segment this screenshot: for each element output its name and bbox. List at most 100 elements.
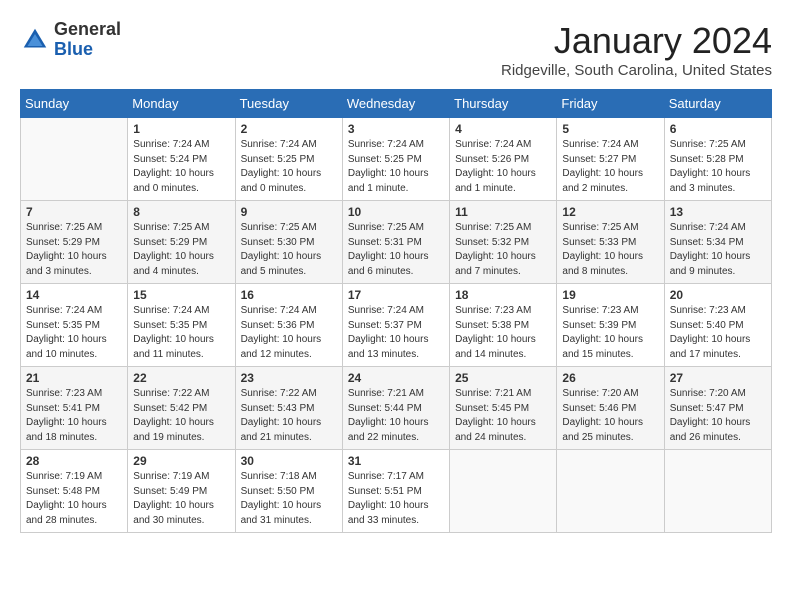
day-number: 9 (241, 205, 337, 219)
calendar-cell: 9Sunrise: 7:25 AM Sunset: 5:30 PM Daylig… (235, 201, 342, 284)
day-info: Sunrise: 7:21 AM Sunset: 5:45 PM Dayligh… (455, 387, 551, 445)
day-info: Sunrise: 7:25 AM Sunset: 5:29 PM Dayligh… (26, 221, 122, 279)
day-info: Sunrise: 7:20 AM Sunset: 5:46 PM Dayligh… (562, 387, 658, 445)
day-info: Sunrise: 7:25 AM Sunset: 5:31 PM Dayligh… (348, 221, 444, 279)
day-number: 4 (455, 122, 551, 136)
title-block: January 2024 Ridgeville, South Carolina,… (501, 20, 772, 79)
calendar-cell: 4 Sunrise: 7:24 AM Sunset: 5:26 PM Daylig… (450, 118, 557, 201)
calendar-cell: 3 Sunrise: 7:24 AM Sunset: 5:25 PM Daylig… (342, 118, 449, 201)
day-number: 11 (455, 205, 551, 219)
calendar-cell: 18 Sunrise: 7:23 AM Sunset: 5:38 PM Dayli… (450, 284, 557, 367)
day-number: 10 (348, 205, 444, 219)
day-number: 24 (348, 371, 444, 385)
calendar-week-row: 28 Sunrise: 7:19 AM Sunset: 5:48 PM Dayli… (21, 450, 772, 533)
day-info: Sunrise: 7:24 AM Sunset: 5:35 PM Dayligh… (133, 304, 229, 362)
day-number: 30 (241, 454, 337, 468)
calendar-cell: 5Sunrise: 7:24 AM Sunset: 5:27 PM Daylig… (557, 118, 664, 201)
day-info: Sunrise: 7:23 AM Sunset: 5:38 PM Dayligh… (455, 304, 551, 362)
calendar-cell: 14Sunrise: 7:24 AM Sunset: 5:35 PM Dayli… (21, 284, 128, 367)
day-info: Sunrise: 7:20 AM Sunset: 5:47 PM Dayligh… (670, 387, 766, 445)
day-number: 19 (562, 288, 658, 302)
day-number: 18 (455, 288, 551, 302)
day-number: 25 (455, 371, 551, 385)
day-number: 14 (26, 288, 122, 302)
calendar-cell: 13 Sunrise: 7:24 AM Sunset: 5:34 PM Dayli… (664, 201, 771, 284)
day-info: Sunrise: 7:23 AM Sunset: 5:40 PM Dayligh… (670, 304, 766, 362)
day-info: Sunrise: 7:17 AM Sunset: 5:51 PM Dayligh… (348, 470, 444, 528)
day-info: Sunrise: 7:24 AM Sunset: 5:36 PM Dayligh… (241, 304, 337, 362)
day-of-week-header: Monday (128, 90, 235, 118)
day-info: Sunrise: 7:25 AM Sunset: 5:28 PM Dayligh… (670, 138, 766, 196)
day-info: Sunrise: 7:21 AM Sunset: 5:44 PM Dayligh… (348, 387, 444, 445)
calendar-cell: 29 Sunrise: 7:19 AM Sunset: 5:49 PM Dayli… (128, 450, 235, 533)
calendar-cell (557, 450, 664, 533)
day-number: 2 (241, 122, 337, 136)
calendar-table: SundayMondayTuesdayWednesdayThursdayFrid… (20, 89, 772, 533)
calendar-cell: 7 Sunrise: 7:25 AM Sunset: 5:29 PM Daylig… (21, 201, 128, 284)
calendar-cell (450, 450, 557, 533)
day-number: 7 (26, 205, 122, 219)
day-number: 21 (26, 371, 122, 385)
logo-blue: Blue (54, 40, 121, 60)
day-number: 23 (241, 371, 337, 385)
calendar-cell: 27 Sunrise: 7:20 AM Sunset: 5:47 PM Dayli… (664, 367, 771, 450)
day-number: 12 (562, 205, 658, 219)
day-number: 13 (670, 205, 766, 219)
day-info: Sunrise: 7:18 AM Sunset: 5:50 PM Dayligh… (241, 470, 337, 528)
calendar-week-row: 21 Sunrise: 7:23 AM Sunset: 5:41 PM Dayli… (21, 367, 772, 450)
page-header: General Blue January 2024 Ridgeville, So… (20, 20, 772, 79)
day-info: Sunrise: 7:25 AM Sunset: 5:32 PM Dayligh… (455, 221, 551, 279)
day-number: 22 (133, 371, 229, 385)
calendar-cell: 19 Sunrise: 7:23 AM Sunset: 5:39 PM Dayli… (557, 284, 664, 367)
day-number: 6 (670, 122, 766, 136)
calendar-cell: 1Sunrise: 7:24 AM Sunset: 5:24 PM Daylig… (128, 118, 235, 201)
day-number: 26 (562, 371, 658, 385)
day-info: Sunrise: 7:19 AM Sunset: 5:49 PM Dayligh… (133, 470, 229, 528)
logo: General Blue (20, 20, 121, 60)
calendar-week-row: 7 Sunrise: 7:25 AM Sunset: 5:29 PM Daylig… (21, 201, 772, 284)
day-info: Sunrise: 7:23 AM Sunset: 5:41 PM Dayligh… (26, 387, 122, 445)
day-number: 17 (348, 288, 444, 302)
calendar-week-row: 14 Sunrise: 7:24 AM Sunset: 5:35 PM Dayli… (21, 284, 772, 367)
day-number: 29 (133, 454, 229, 468)
calendar-cell: 20 Sunrise: 7:23 AM Sunset: 5:40 PM Dayli… (664, 284, 771, 367)
calendar-cell: 26 Sunrise: 7:20 AM Sunset: 5:46 PM Dayli… (557, 367, 664, 450)
day-info: Sunrise: 7:24 AM Sunset: 5:24 PM Dayligh… (133, 138, 229, 196)
calendar-cell: 31 Sunrise: 7:17 AM Sunset: 5:51 PM Dayli… (342, 450, 449, 533)
calendar-cell: 28 Sunrise: 7:19 AM Sunset: 5:48 PM Dayli… (21, 450, 128, 533)
day-info: Sunrise: 7:24 AM Sunset: 5:25 PM Dayligh… (241, 138, 337, 196)
day-number: 27 (670, 371, 766, 385)
day-info: Sunrise: 7:25 AM Sunset: 5:29 PM Dayligh… (133, 221, 229, 279)
day-info: Sunrise: 7:23 AM Sunset: 5:39 PM Dayligh… (562, 304, 658, 362)
day-of-week-header: Tuesday (235, 90, 342, 118)
calendar-cell: 11 Sunrise: 7:25 AM Sunset: 5:32 PM Dayli… (450, 201, 557, 284)
day-info: Sunrise: 7:24 AM Sunset: 5:34 PM Dayligh… (670, 221, 766, 279)
day-number: 28 (26, 454, 122, 468)
day-info: Sunrise: 7:22 AM Sunset: 5:43 PM Dayligh… (241, 387, 337, 445)
calendar-cell: 8 Sunrise: 7:25 AM Sunset: 5:29 PM Daylig… (128, 201, 235, 284)
calendar-cell: 30 Sunrise: 7:18 AM Sunset: 5:50 PM Dayli… (235, 450, 342, 533)
logo-icon (20, 25, 50, 55)
calendar-cell: 16 Sunrise: 7:24 AM Sunset: 5:36 PM Dayli… (235, 284, 342, 367)
calendar-cell: 25 Sunrise: 7:21 AM Sunset: 5:45 PM Dayli… (450, 367, 557, 450)
day-of-week-header: Saturday (664, 90, 771, 118)
day-number: 8 (133, 205, 229, 219)
calendar-cell (21, 118, 128, 201)
day-number: 15 (133, 288, 229, 302)
day-info: Sunrise: 7:24 AM Sunset: 5:25 PM Dayligh… (348, 138, 444, 196)
day-number: 16 (241, 288, 337, 302)
location-text: Ridgeville, South Carolina, United State… (501, 62, 772, 79)
day-of-week-header: Wednesday (342, 90, 449, 118)
day-number: 31 (348, 454, 444, 468)
day-number: 5 (562, 122, 658, 136)
day-info: Sunrise: 7:24 AM Sunset: 5:26 PM Dayligh… (455, 138, 551, 196)
day-number: 20 (670, 288, 766, 302)
day-info: Sunrise: 7:22 AM Sunset: 5:42 PM Dayligh… (133, 387, 229, 445)
day-info: Sunrise: 7:19 AM Sunset: 5:48 PM Dayligh… (26, 470, 122, 528)
calendar-cell (664, 450, 771, 533)
calendar-header-row: SundayMondayTuesdayWednesdayThursdayFrid… (21, 90, 772, 118)
day-info: Sunrise: 7:25 AM Sunset: 5:33 PM Dayligh… (562, 221, 658, 279)
day-number: 3 (348, 122, 444, 136)
calendar-cell: 24 Sunrise: 7:21 AM Sunset: 5:44 PM Dayli… (342, 367, 449, 450)
calendar-cell: 10 Sunrise: 7:25 AM Sunset: 5:31 PM Dayli… (342, 201, 449, 284)
